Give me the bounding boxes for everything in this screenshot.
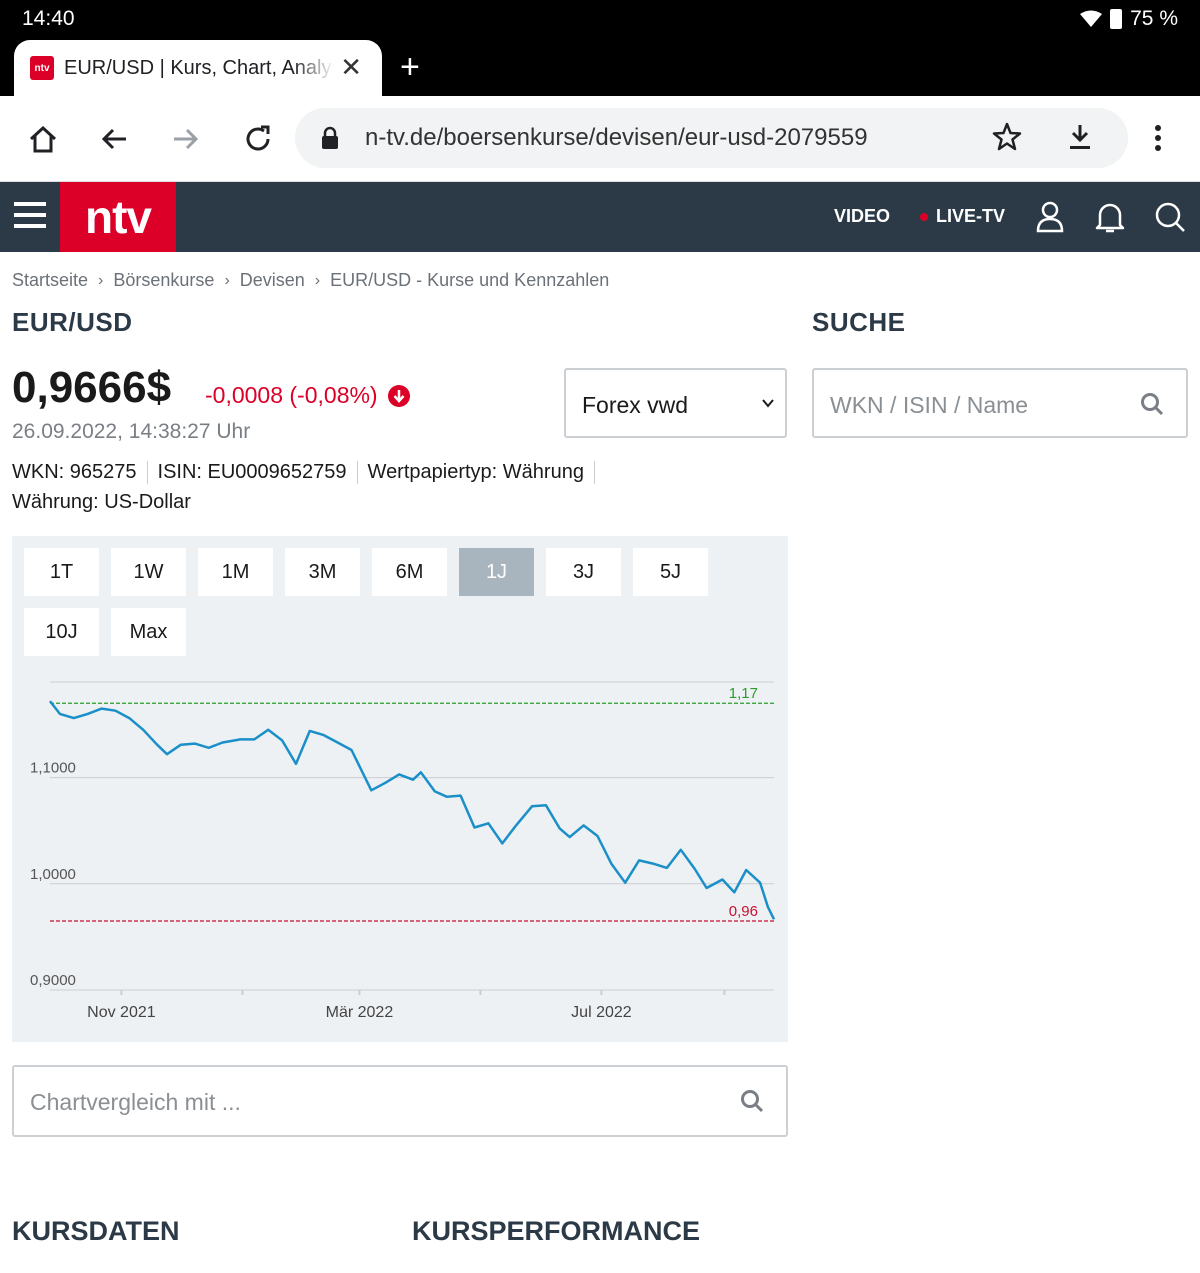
- url-text: n-tv.de/boersenkurse/devisen/eur-usd-207…: [365, 124, 868, 151]
- status-bar: 14:40 75 %: [0, 0, 1200, 40]
- search-icon[interactable]: [740, 1089, 764, 1113]
- search-input[interactable]: WKN / ISIN / Name: [812, 368, 1188, 438]
- back-icon[interactable]: [91, 116, 137, 162]
- wkn-value: WKN: 965275: [12, 461, 148, 484]
- range-3j-button[interactable]: 3J: [546, 548, 621, 596]
- search-heading: SUCHE: [812, 307, 906, 337]
- browser-toolbar: n-tv.de/boersenkurse/devisen/eur-usd-207…: [0, 96, 1200, 182]
- price-chart[interactable]: 1,1000 1,0000 0,9000 Nov 2021 Mär 2022 Jul 20…: [12, 666, 788, 1042]
- nav-live-tv-link[interactable]: LIVE-TV: [920, 206, 1005, 227]
- user-account-icon[interactable]: [1033, 200, 1067, 234]
- site-navigation: ntv VIDEO LIVE-TV: [0, 182, 1200, 252]
- chart-compare-input[interactable]: Chartvergleich mit ...: [12, 1065, 788, 1137]
- tab-strip: ntv EUR/USD | Kurs, Chart, Analysen ✕ +: [0, 40, 1200, 96]
- range-1t-button[interactable]: 1T: [24, 548, 99, 596]
- reload-icon[interactable]: [235, 116, 281, 162]
- price-timestamp: 26.09.2022, 14:38:27 Uhr: [12, 420, 251, 443]
- page-title: EUR/USD: [12, 307, 133, 337]
- nav-live-tv-label: LIVE-TV: [936, 206, 1006, 226]
- low-label: 0,96: [729, 903, 758, 920]
- high-label: 1,17: [729, 685, 758, 702]
- breadcrumb-startseite[interactable]: Startseite: [12, 270, 88, 291]
- kursdaten-heading: KURSDATEN: [12, 1216, 180, 1246]
- breadcrumb-boersenkurse[interactable]: Börsenkurse: [113, 270, 214, 291]
- price-change: -0,0008 (-0,08%): [205, 382, 410, 409]
- lock-icon: [322, 126, 338, 149]
- download-icon[interactable]: [1065, 122, 1095, 152]
- home-icon[interactable]: [20, 116, 66, 162]
- battery-icon: [1110, 9, 1123, 29]
- forward-icon[interactable]: [163, 116, 209, 162]
- x-tick-label: Jul 2022: [571, 1004, 632, 1021]
- range-1w-button[interactable]: 1W: [111, 548, 186, 596]
- bookmark-star-icon[interactable]: [992, 122, 1022, 152]
- range-6m-button[interactable]: 6M: [372, 548, 447, 596]
- exchange-select[interactable]: Forex vwd: [564, 368, 787, 438]
- status-right: 75 %: [1080, 7, 1178, 31]
- hamburger-menu-icon[interactable]: [14, 202, 46, 235]
- range-5j-button[interactable]: 5J: [633, 548, 708, 596]
- status-time: 14:40: [22, 7, 75, 30]
- y-tick-label: 0,9000: [30, 972, 76, 989]
- eur-usd-price-line: [49, 700, 776, 920]
- wifi-icon: [1080, 10, 1103, 27]
- battery-percent: 75 %: [1130, 7, 1178, 30]
- chevron-right-icon: ›: [98, 271, 104, 289]
- address-bar[interactable]: n-tv.de/boersenkurse/devisen/eur-usd-207…: [295, 108, 1128, 168]
- kursperformance-heading: KURSPERFORMANCE: [412, 1216, 701, 1246]
- nav-video-link[interactable]: VIDEO: [834, 206, 890, 227]
- ntv-favicon-icon: ntv: [30, 56, 54, 80]
- tab-title: EUR/USD | Kurs, Chart, Analysen: [64, 56, 334, 79]
- arrow-down-circle-icon: [387, 384, 410, 407]
- y-tick-label: 1,0000: [30, 866, 76, 883]
- breadcrumb-current[interactable]: EUR/USD - Kurse und Kennzahlen: [330, 270, 609, 291]
- isin-value: ISIN: EU0009652759: [158, 461, 358, 484]
- price-change-value: -0,0008 (-0,08%): [205, 382, 378, 408]
- exchange-select-value: Forex vwd: [582, 392, 689, 418]
- more-options-icon[interactable]: [1148, 124, 1168, 154]
- range-max-button[interactable]: Max: [111, 608, 186, 656]
- new-tab-icon[interactable]: +: [400, 50, 420, 84]
- search-icon[interactable]: [1140, 392, 1164, 416]
- ntv-logo[interactable]: ntv: [60, 182, 176, 252]
- type-value: Wertpapiertyp: Währung: [368, 461, 595, 484]
- chart-compare-placeholder: Chartvergleich mit ...: [30, 1089, 241, 1115]
- x-tick-label: Mär 2022: [326, 1004, 394, 1021]
- notification-bell-icon[interactable]: [1093, 200, 1127, 234]
- search-icon[interactable]: [1153, 200, 1187, 234]
- chart-panel: 1T 1W 1M 3M 6M 1J 3J 5J 10J Max 1,1000 1,…: [12, 536, 788, 1042]
- chevron-right-icon: ›: [224, 271, 230, 289]
- range-1m-button[interactable]: 1M: [198, 548, 273, 596]
- currency-value: Währung: US-Dollar: [12, 491, 191, 513]
- close-tab-icon[interactable]: ✕: [340, 54, 362, 80]
- breadcrumb: Startseite › Börsenkurse › Devisen › EUR…: [12, 270, 609, 291]
- chevron-down-icon: [762, 399, 774, 408]
- y-tick-label: 1,1000: [30, 760, 76, 777]
- chevron-right-icon: ›: [314, 271, 321, 289]
- instrument-meta: WKN: 965275 ISIN: EU0009652759 Wertpapie…: [12, 461, 605, 484]
- range-1j-button[interactable]: 1J: [459, 548, 534, 596]
- x-tick-label: Nov 2021: [87, 1004, 156, 1021]
- range-3m-button[interactable]: 3M: [285, 548, 360, 596]
- live-dot-icon: [920, 212, 928, 221]
- range-10j-button[interactable]: 10J: [24, 608, 99, 656]
- current-price: 0,9666$: [12, 363, 172, 412]
- search-input-placeholder: WKN / ISIN / Name: [830, 392, 1029, 418]
- browser-tab[interactable]: ntv EUR/USD | Kurs, Chart, Analysen ✕: [14, 40, 382, 96]
- breadcrumb-devisen[interactable]: Devisen: [240, 270, 305, 291]
